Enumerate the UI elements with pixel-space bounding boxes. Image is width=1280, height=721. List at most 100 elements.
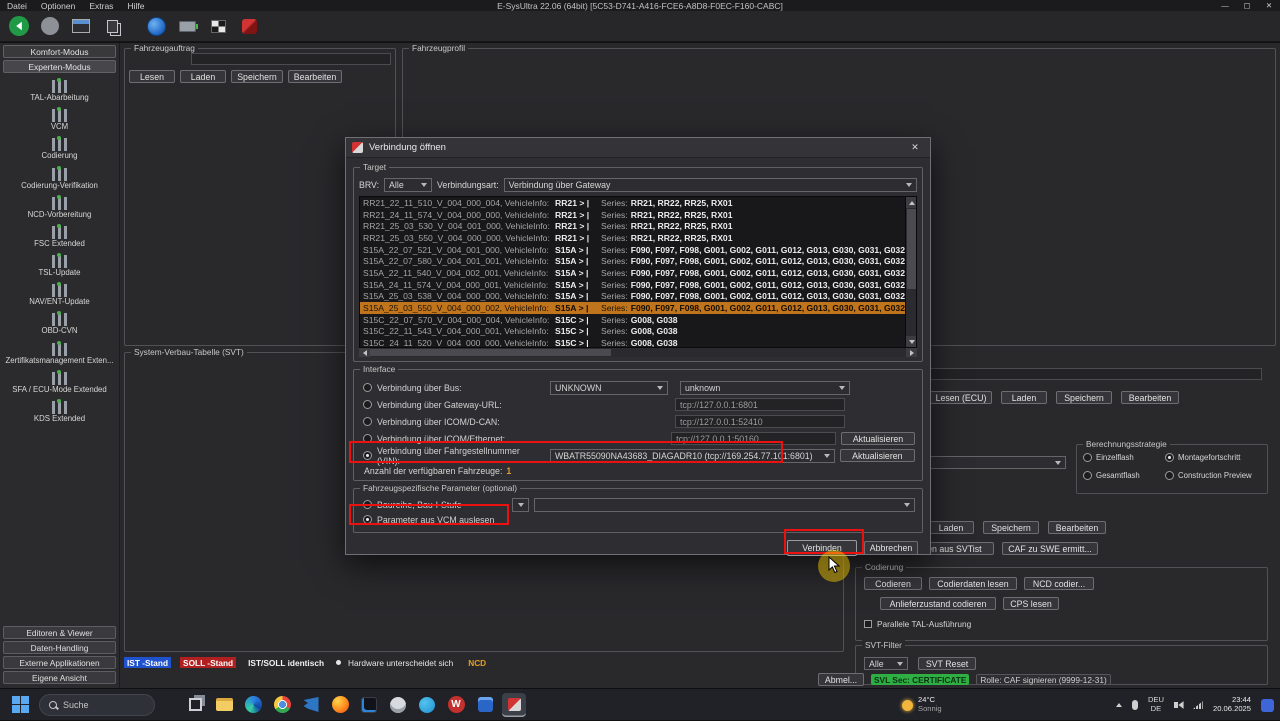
sidebar-item-vcm[interactable]: VCM	[0, 109, 119, 131]
target-list-row[interactable]: S15A_22_11_540_V_004_002_001, VehicleInf…	[360, 267, 905, 279]
baureihe-option-row[interactable]: Baureihe, Bau-I-Stufe	[359, 497, 917, 512]
brv-select[interactable]: Alle	[384, 178, 432, 192]
fa-lesen-button[interactable]: Lesen	[129, 70, 175, 83]
target-list-row[interactable]: S15C_22_07_570_V_004_000_004, VehicleInf…	[360, 314, 905, 326]
record-icon[interactable]	[38, 14, 62, 38]
firefox-icon[interactable]	[328, 693, 352, 717]
ecu-bearbeiten-button[interactable]: Bearbeiten	[1121, 391, 1179, 404]
language-indicator[interactable]: DEUDE	[1148, 696, 1164, 713]
eigene-ansicht-button[interactable]: Eigene Ansicht	[3, 671, 116, 684]
disconnect-icon[interactable]	[237, 14, 261, 38]
option-montagefortschritt[interactable]: Montagefortschritt	[1165, 453, 1240, 462]
editoren-viewer-button[interactable]: Editoren & Viewer	[3, 626, 116, 639]
radio-construction-preview[interactable]	[1165, 471, 1174, 480]
clock[interactable]: 23:4420.06.2025	[1213, 696, 1251, 713]
icom-ethernet-field[interactable]: tcp://127.0.0.1:50160	[671, 432, 836, 445]
externe-applikationen-button[interactable]: Externe Applikationen	[3, 656, 116, 669]
bus-select-1[interactable]: UNKNOWN	[550, 381, 668, 395]
globe-icon[interactable]	[144, 14, 168, 38]
parallele-tal-option[interactable]: Parallele TAL-Ausführung	[864, 619, 971, 629]
gateway-option-row[interactable]: Verbindung über Gateway-URL: tcp://127.0…	[359, 396, 917, 413]
cps-lesen-button[interactable]: CPS lesen	[1003, 597, 1059, 610]
edge-icon[interactable]	[241, 693, 265, 717]
notification-badge[interactable]	[1261, 699, 1274, 712]
vcm-option-row[interactable]: Parameter aus VCM auslesen	[359, 512, 917, 527]
sidebar-item-nav-ent-update[interactable]: NAV/ENT-Update	[0, 284, 119, 306]
vertical-scrollbar[interactable]	[905, 197, 916, 347]
menu-extras[interactable]: Extras	[82, 0, 120, 11]
daten-handling-button[interactable]: Daten-Handling	[3, 641, 116, 654]
sidebar-item-obd-cvn[interactable]: OBD-CVN	[0, 313, 119, 335]
fa-speichern-button[interactable]: Speichern	[231, 70, 283, 83]
radio-icom-dcan[interactable]	[363, 417, 372, 426]
dialog-close-icon[interactable]: ✕	[900, 138, 930, 158]
target-list-row[interactable]: S15A_25_03_538_V_004_000_000, VehicleInf…	[360, 291, 905, 303]
telegram-icon[interactable]	[415, 693, 439, 717]
svt-filter-select[interactable]: Alle	[864, 657, 908, 670]
fa-bearbeiten-button[interactable]: Bearbeiten	[288, 70, 342, 83]
target-list-row-selected[interactable]: S15A_25_03_550_V_004_000_002, VehicleInf…	[360, 302, 905, 314]
network-icon[interactable]	[1193, 701, 1203, 709]
scroll-up-icon[interactable]	[906, 197, 917, 208]
codieren-button[interactable]: Codieren	[864, 577, 922, 590]
target-list-row[interactable]: S15A_22_07_580_V_004_001_001, VehicleInf…	[360, 255, 905, 267]
maximize-icon[interactable]: ▢	[1236, 0, 1258, 11]
sidebar-item-ncd-vorbereitung[interactable]: NCD-Vorbereitung	[0, 197, 119, 219]
ethernet-option-row[interactable]: Verbindung über ICOM/Ethernet: tcp://127…	[359, 430, 917, 447]
weather-widget[interactable]: 24°CSonnig	[902, 689, 942, 721]
menu-optionen[interactable]: Optionen	[34, 0, 83, 11]
option-construction-preview[interactable]: Construction Preview	[1165, 471, 1252, 480]
sidebar-item-fsc-extended[interactable]: FSC Extended	[0, 226, 119, 248]
target-list-row[interactable]: S15A_22_07_521_V_004_001_000, VehicleInf…	[360, 244, 905, 256]
target-list-row[interactable]: RR21_25_03_550_V_004_000_000, VehicleInf…	[360, 232, 905, 244]
baureihe-select-large[interactable]	[534, 498, 915, 512]
vin-option-row[interactable]: Verbindung über Fahrgestellnummer (VIN):…	[359, 447, 917, 464]
target-list-row[interactable]: RR21_24_11_574_V_004_000_000, VehicleInf…	[360, 209, 905, 221]
radio-gateway-url[interactable]	[363, 400, 372, 409]
svt-speichern-button[interactable]: Speichern	[983, 521, 1039, 534]
aktualisieren-vin-button[interactable]: Aktualisieren	[840, 449, 915, 462]
back-icon[interactable]	[7, 14, 31, 38]
store-icon[interactable]	[473, 693, 497, 717]
codierdaten-lesen-button[interactable]: Codierdaten lesen	[929, 577, 1017, 590]
fa-laden-button[interactable]: Laden	[180, 70, 226, 83]
horizontal-scrollbar[interactable]	[359, 348, 917, 357]
copy-icon[interactable]	[100, 14, 124, 38]
vscode-icon[interactable]	[299, 693, 323, 717]
close-icon[interactable]: ✕	[1258, 0, 1280, 11]
option-gesamtflash[interactable]: Gesamtflash	[1083, 471, 1140, 480]
strategie-select[interactable]	[930, 456, 1066, 469]
volume-icon[interactable]	[1174, 702, 1183, 708]
caf-zu-swe-button[interactable]: CAF zu SWE ermitt...	[1002, 542, 1098, 555]
ecu-laden-button[interactable]: Laden	[1001, 391, 1047, 404]
target-list-row[interactable]: RR21_25_03_530_V_004_001_000, VehicleInf…	[360, 220, 905, 232]
sidebar-item-tsl-update[interactable]: TSL-Update	[0, 255, 119, 277]
target-list-row[interactable]: S15A_24_11_574_V_004_000_001, VehicleInf…	[360, 279, 905, 291]
minimize-icon[interactable]: —	[1214, 0, 1236, 11]
target-list-row[interactable]: S15C_24_11_520_V_004_000_000, VehicleInf…	[360, 337, 905, 348]
menu-hilfe[interactable]: Hilfe	[120, 0, 151, 11]
aktualisieren-ethernet-button[interactable]: Aktualisieren	[841, 432, 915, 445]
sidebar-item-codierung-verifikation[interactable]: Codierung-Verifikation	[0, 168, 119, 190]
radio-bus[interactable]	[363, 383, 372, 392]
checkered-flag-icon[interactable]	[206, 14, 230, 38]
chrome-icon[interactable]	[270, 693, 294, 717]
icom-dcan-field[interactable]: tcp://127.0.0.1:52410	[675, 415, 845, 428]
task-view-icon[interactable]	[183, 693, 207, 717]
bus-select-2[interactable]: unknown	[680, 381, 850, 395]
tray-expand-icon[interactable]	[1116, 703, 1122, 707]
radio-icom-ethernet[interactable]	[363, 434, 372, 443]
bus-option-row[interactable]: Verbindung über Bus: UNKNOWN unknown	[359, 379, 917, 396]
menu-datei[interactable]: Datei	[0, 0, 34, 11]
microphone-icon[interactable]	[1132, 700, 1138, 710]
svt-laden-button[interactable]: Laden	[928, 521, 974, 534]
radio-gesamtflash[interactable]	[1083, 471, 1092, 480]
scrollbar-thumb[interactable]	[907, 209, 916, 289]
dcan-option-row[interactable]: Verbindung über ICOM/D-CAN: tcp://127.0.…	[359, 413, 917, 430]
w-app-icon[interactable]: W	[444, 693, 468, 717]
anlieferzustand-button[interactable]: Anlieferzustand codieren	[880, 597, 996, 610]
parallele-tal-checkbox[interactable]	[864, 620, 872, 628]
sidebar-item-zertifikatsmanagement[interactable]: Zertifikatsmanagement Exten...	[0, 343, 119, 365]
scroll-left-icon[interactable]	[359, 348, 370, 357]
ecu-speichern-button[interactable]: Speichern	[1056, 391, 1112, 404]
